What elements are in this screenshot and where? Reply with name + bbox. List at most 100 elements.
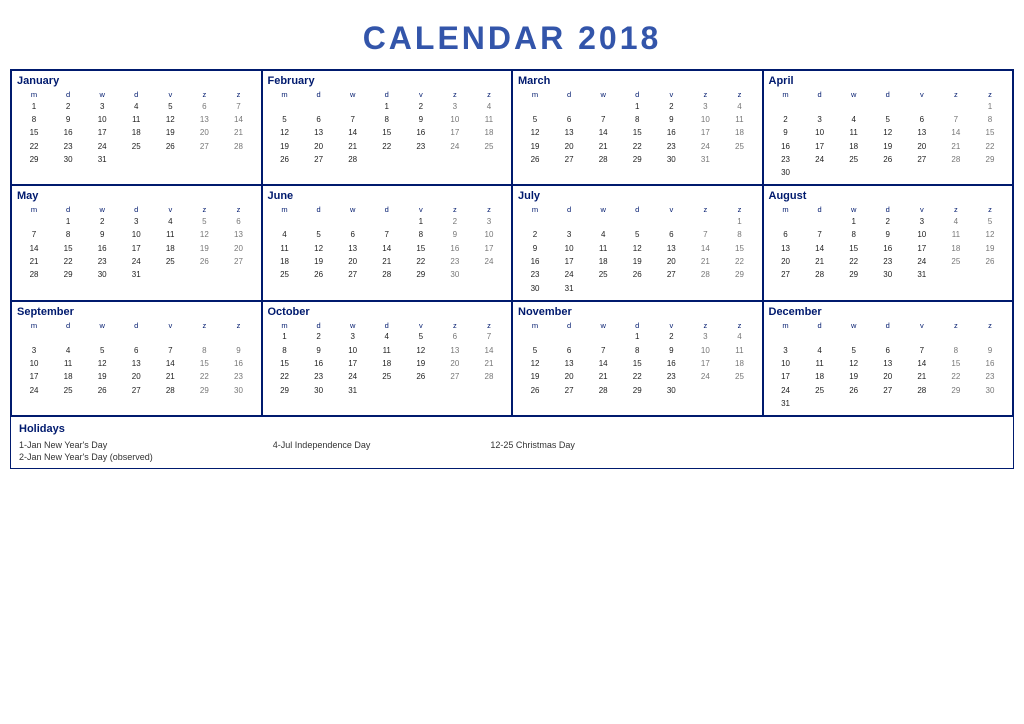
day-cell: 5 (153, 100, 187, 113)
day-cell: 10 (336, 344, 370, 357)
day-cell: 3 (336, 331, 370, 344)
day-cell: 23 (871, 256, 905, 269)
day-cell: 9 (404, 113, 438, 126)
month-cell-june: Junemdwdvzz 1234567891011121314151617181… (262, 185, 513, 300)
day-cell: 12 (85, 357, 119, 370)
day-cell (370, 154, 404, 167)
day-cell (973, 331, 1007, 344)
day-cell (586, 331, 620, 344)
day-cell: 15 (370, 127, 404, 140)
day-header: w (336, 204, 370, 215)
day-cell: 5 (518, 344, 552, 357)
day-cell: 28 (939, 154, 973, 167)
day-cell: 22 (939, 371, 973, 384)
day-cell: 4 (51, 344, 85, 357)
day-cell: 18 (370, 357, 404, 370)
day-cell: 11 (586, 242, 620, 255)
day-cell: 5 (268, 113, 302, 126)
day-cell: 8 (837, 229, 871, 242)
day-header: d (803, 320, 837, 331)
day-cell: 15 (187, 357, 221, 370)
day-header: d (119, 89, 153, 100)
day-cell (17, 215, 51, 228)
day-cell: 17 (688, 357, 722, 370)
day-cell (221, 154, 255, 167)
day-cell: 6 (336, 229, 370, 242)
day-cell (187, 154, 221, 167)
day-cell: 9 (85, 229, 119, 242)
day-cell (119, 331, 153, 344)
day-cell: 20 (552, 371, 586, 384)
day-header: d (51, 204, 85, 215)
day-cell: 18 (119, 127, 153, 140)
day-cell: 4 (837, 113, 871, 126)
day-cell: 23 (404, 140, 438, 153)
day-cell: 13 (871, 357, 905, 370)
day-cell: 19 (518, 140, 552, 153)
day-cell: 24 (688, 371, 722, 384)
day-cell (472, 269, 506, 282)
day-header: d (552, 320, 586, 331)
day-cell: 2 (438, 215, 472, 228)
day-cell: 11 (119, 113, 153, 126)
day-cell: 15 (17, 127, 51, 140)
day-cell: 16 (769, 140, 803, 153)
day-cell: 20 (187, 127, 221, 140)
day-header: v (404, 320, 438, 331)
day-header: z (688, 204, 722, 215)
day-header: d (552, 204, 586, 215)
day-cell: 11 (939, 229, 973, 242)
day-cell: 17 (552, 256, 586, 269)
day-cell: 9 (302, 344, 336, 357)
day-cell: 1 (973, 100, 1007, 113)
day-cell: 14 (586, 357, 620, 370)
day-cell: 16 (871, 242, 905, 255)
day-cell: 29 (17, 154, 51, 167)
day-cell: 8 (187, 344, 221, 357)
day-cell: 28 (472, 371, 506, 384)
month-name: April (769, 75, 1008, 87)
day-cell: 26 (518, 384, 552, 397)
day-cell: 27 (552, 154, 586, 167)
day-cell: 29 (268, 384, 302, 397)
day-cell: 30 (654, 384, 688, 397)
day-cell: 22 (404, 256, 438, 269)
day-header: z (472, 89, 506, 100)
day-cell: 26 (404, 371, 438, 384)
day-header: d (51, 89, 85, 100)
day-cell: 4 (722, 331, 756, 344)
day-cell: 10 (472, 229, 506, 242)
day-cell: 14 (153, 357, 187, 370)
day-cell: 28 (153, 384, 187, 397)
day-header: m (268, 204, 302, 215)
day-header: d (620, 204, 654, 215)
day-cell: 18 (803, 371, 837, 384)
month-name: June (268, 190, 507, 202)
month-cell-december: Decembermdwdvzz 345678910111213141516171… (763, 301, 1014, 416)
day-cell: 6 (552, 344, 586, 357)
day-cell: 26 (620, 269, 654, 282)
day-cell: 10 (769, 357, 803, 370)
holiday-item: 1-Jan New Year's Day (19, 440, 153, 450)
day-cell: 11 (803, 357, 837, 370)
day-cell: 8 (973, 113, 1007, 126)
day-cell: 22 (973, 140, 1007, 153)
day-cell: 13 (552, 127, 586, 140)
day-cell: 30 (438, 269, 472, 282)
month-name: May (17, 190, 256, 202)
day-cell: 20 (438, 357, 472, 370)
day-cell: 16 (438, 242, 472, 255)
day-cell: 7 (586, 113, 620, 126)
day-cell: 5 (302, 229, 336, 242)
day-header: z (187, 320, 221, 331)
day-header: w (586, 320, 620, 331)
day-header: w (85, 204, 119, 215)
day-cell: 27 (871, 384, 905, 397)
day-cell (769, 215, 803, 228)
day-cell (187, 331, 221, 344)
day-cell: 8 (404, 229, 438, 242)
day-cell: 15 (268, 357, 302, 370)
day-cell: 14 (803, 242, 837, 255)
day-cell (871, 100, 905, 113)
month-name: February (268, 75, 507, 87)
